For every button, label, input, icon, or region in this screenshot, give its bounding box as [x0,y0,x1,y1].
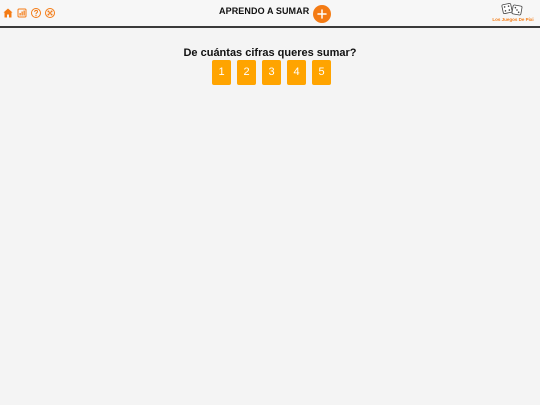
digits-3-button[interactable]: 3 [262,60,281,85]
home-icon [3,8,13,18]
page-title: APRENDO A SUMAR [219,5,310,16]
plus-circle-icon [317,9,328,19]
brand-name: Los Juegos De Pixi [492,17,534,22]
help-button[interactable] [30,7,42,19]
help-icon [31,8,41,18]
title-group: APRENDO A SUMAR [219,5,332,23]
brand-logo[interactable]: Los Juegos De Pixi [489,2,537,25]
top-bar: APRENDO A SUMAR Los Juegos De Pixi [0,0,540,28]
digits-5-button[interactable]: 5 [312,60,331,85]
main-content: De cuántas cifras queres sumar? 1 2 3 4 … [0,28,540,405]
add-button[interactable] [313,5,332,23]
stats-button[interactable] [16,7,28,19]
question-text: De cuántas cifras queres sumar? [183,47,357,60]
digits-1-button[interactable]: 1 [212,60,231,85]
digits-4-button[interactable]: 4 [287,60,306,85]
fullscreen-button[interactable] [44,7,56,19]
home-button[interactable] [2,7,14,19]
digit-options: 1 2 3 4 5 [212,60,331,85]
fullscreen-icon [45,8,55,18]
stats-icon [17,8,27,18]
left-toolbar [2,7,56,19]
digits-2-button[interactable]: 2 [237,60,256,85]
dice-icon [501,2,523,16]
